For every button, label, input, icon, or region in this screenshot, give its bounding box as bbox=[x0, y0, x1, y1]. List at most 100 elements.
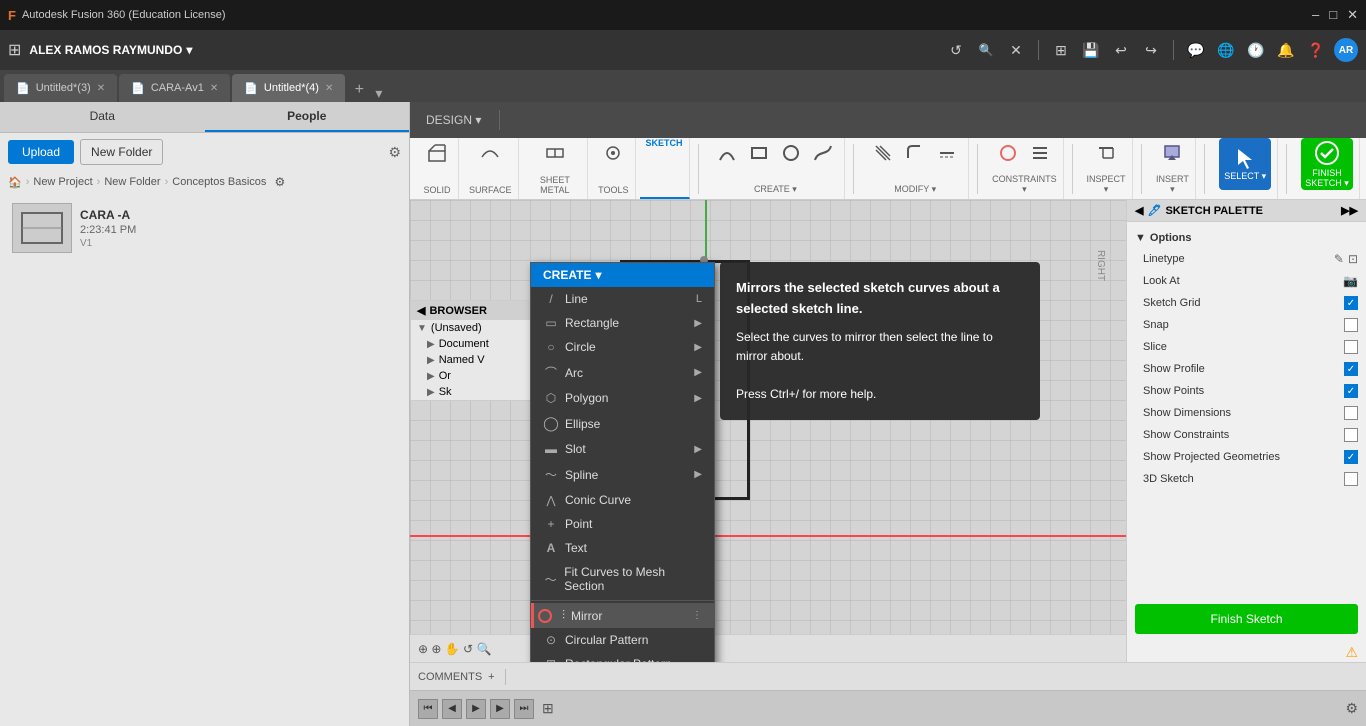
finish-sketch-top-button[interactable]: FINISH SKETCH ▾ bbox=[1301, 138, 1353, 190]
linetype-edit-icon[interactable]: ✎ bbox=[1334, 252, 1344, 266]
breadcrumb-project[interactable]: New Project bbox=[33, 176, 92, 188]
insert-btn[interactable] bbox=[1157, 138, 1187, 168]
dropdown-item-mirror[interactable]: ⫶ Mirror ⋮ bbox=[531, 603, 714, 628]
new-tab-button[interactable]: + bbox=[347, 78, 371, 102]
browser-item[interactable]: ▶ Sk bbox=[411, 384, 534, 400]
tab-untitled3[interactable]: 📄 Untitled*(3) ✕ bbox=[4, 74, 117, 102]
dropdown-item-rectangular-pattern[interactable]: ⊞ Rectangular Pattern bbox=[531, 652, 714, 662]
dropdown-item-rectangle[interactable]: ▭ Rectangle ▶ bbox=[531, 311, 714, 335]
breadcrumb-home-icon[interactable]: 🏠 bbox=[8, 176, 22, 189]
close-button[interactable]: ✕ bbox=[1347, 7, 1358, 23]
timeline-settings-icon[interactable]: ⚙ bbox=[1345, 700, 1358, 717]
list-item[interactable]: CARA -A 2:23:41 PM V1 bbox=[4, 197, 405, 259]
palette-row-snap[interactable]: Snap bbox=[1127, 314, 1366, 336]
dropdown-item-fit-curves[interactable]: 〜 Fit Curves to Mesh Section bbox=[531, 560, 714, 598]
palette-row-show-projected[interactable]: Show Projected Geometries bbox=[1127, 446, 1366, 468]
offset-btn[interactable] bbox=[932, 138, 962, 168]
close-icon[interactable]: ✕ bbox=[1004, 38, 1028, 62]
browser-collapse-icon[interactable]: ◀ bbox=[417, 304, 425, 317]
constraint-btn2[interactable] bbox=[1025, 138, 1055, 168]
undo-icon[interactable]: ↩ bbox=[1109, 38, 1133, 62]
minimize-button[interactable]: – bbox=[1312, 7, 1319, 23]
trim-btn[interactable] bbox=[868, 138, 898, 168]
bell-icon[interactable]: 🔔 bbox=[1274, 38, 1298, 62]
tab-close-icon[interactable]: ✕ bbox=[97, 83, 105, 94]
sheet-metal-btn[interactable] bbox=[540, 138, 570, 168]
tools-btn[interactable] bbox=[598, 138, 628, 168]
arc-tool-btn[interactable] bbox=[712, 138, 742, 168]
new-folder-button[interactable]: New Folder bbox=[80, 139, 163, 165]
spline-tool-btn[interactable] bbox=[808, 138, 838, 168]
dropdown-item-conic-curve[interactable]: ⋀ Conic Curve bbox=[531, 488, 714, 512]
dropdown-item-line[interactable]: / Line L bbox=[531, 287, 714, 311]
surface-btn[interactable] bbox=[475, 138, 505, 168]
linetype-more-icon[interactable]: ⊡ bbox=[1348, 252, 1358, 266]
rect-tool-btn[interactable] bbox=[744, 138, 774, 168]
inspect-btn[interactable] bbox=[1091, 138, 1121, 168]
show-constraints-checkbox[interactable] bbox=[1344, 428, 1358, 442]
timeline-next-btn[interactable]: ▶ bbox=[490, 699, 510, 719]
palette-row-show-constraints[interactable]: Show Constraints bbox=[1127, 424, 1366, 446]
show-projected-checkbox[interactable] bbox=[1344, 450, 1358, 464]
show-profile-checkbox[interactable] bbox=[1344, 362, 1358, 376]
sketch-grid-checkbox[interactable] bbox=[1344, 296, 1358, 310]
left-tab-data[interactable]: Data bbox=[0, 102, 205, 132]
tab-overflow-icon[interactable]: ▾ bbox=[375, 85, 382, 102]
tab-cara-av1[interactable]: 📄 CARA-Av1 ✕ bbox=[119, 74, 230, 102]
timeline-prev-btn[interactable]: ◀ bbox=[442, 699, 462, 719]
select-button[interactable]: SELECT ▾ bbox=[1219, 138, 1271, 190]
create-dropdown-header[interactable]: CREATE ▾ bbox=[531, 263, 714, 287]
dropdown-item-slot[interactable]: ▬ Slot ▶ bbox=[531, 437, 714, 461]
timeline-start-btn[interactable]: ⏮ bbox=[418, 699, 438, 719]
maximize-button[interactable]: □ bbox=[1329, 7, 1337, 23]
save-icon[interactable]: 💾 bbox=[1079, 38, 1103, 62]
palette-row-show-dimensions[interactable]: Show Dimensions bbox=[1127, 402, 1366, 424]
3d-sketch-checkbox[interactable] bbox=[1344, 472, 1358, 486]
app-grid-icon[interactable]: ⊞ bbox=[8, 40, 21, 60]
dropdown-item-polygon[interactable]: ⬡ Polygon ▶ bbox=[531, 386, 714, 410]
avatar[interactable]: AR bbox=[1334, 38, 1358, 62]
palette-expand-icon[interactable]: ▶▶ bbox=[1341, 204, 1358, 217]
globe-icon[interactable]: 🌐 bbox=[1214, 38, 1238, 62]
redo-icon[interactable]: ↪ bbox=[1139, 38, 1163, 62]
browser-item[interactable]: ▶ Named V bbox=[411, 352, 534, 368]
circle-tool-btn[interactable] bbox=[776, 138, 806, 168]
constraint-btn1[interactable] bbox=[993, 138, 1023, 168]
tab-untitled4[interactable]: 📄 Untitled*(4) ✕ bbox=[232, 74, 345, 102]
help-icon[interactable]: ❓ bbox=[1304, 38, 1328, 62]
palette-row-show-points[interactable]: Show Points bbox=[1127, 380, 1366, 402]
dropdown-item-text[interactable]: A Text bbox=[531, 536, 714, 560]
palette-row-show-profile[interactable]: Show Profile bbox=[1127, 358, 1366, 380]
design-mode-button[interactable]: DESIGN ▾ bbox=[418, 106, 489, 134]
palette-row-slice[interactable]: Slice bbox=[1127, 336, 1366, 358]
settings-icon[interactable]: ⚙ bbox=[388, 144, 401, 161]
timeline-play-btn[interactable]: ▶ bbox=[466, 699, 486, 719]
dropdown-item-circular-pattern[interactable]: ⊙ Circular Pattern bbox=[531, 628, 714, 652]
palette-row-sketch-grid[interactable]: Sketch Grid bbox=[1127, 292, 1366, 314]
options-section-header[interactable]: ▼ Options bbox=[1127, 228, 1366, 248]
upload-button[interactable]: Upload bbox=[8, 140, 74, 164]
tab-close-icon[interactable]: ✕ bbox=[325, 83, 333, 94]
browser-item[interactable]: ▼ (Unsaved) bbox=[411, 320, 534, 336]
solid-btn[interactable] bbox=[422, 138, 452, 168]
slice-checkbox[interactable] bbox=[1344, 340, 1358, 354]
finish-sketch-button[interactable]: Finish Sketch bbox=[1135, 604, 1358, 634]
timeline-icon[interactable]: ⊞ bbox=[542, 700, 554, 717]
tab-close-icon[interactable]: ✕ bbox=[210, 83, 218, 94]
fillet-btn[interactable] bbox=[900, 138, 930, 168]
grid-icon[interactable]: ⊞ bbox=[1049, 38, 1073, 62]
create-dropdown-label[interactable]: CREATE ▾ bbox=[754, 184, 797, 195]
dropdown-item-point[interactable]: + Point bbox=[531, 512, 714, 536]
palette-row-3d-sketch[interactable]: 3D Sketch bbox=[1127, 468, 1366, 490]
snap-checkbox[interactable] bbox=[1344, 318, 1358, 332]
show-points-checkbox[interactable] bbox=[1344, 384, 1358, 398]
dropdown-item-spline[interactable]: 〜 Spline ▶ bbox=[531, 461, 714, 488]
dropdown-item-arc[interactable]: ⌒ Arc ▶ bbox=[531, 359, 714, 386]
browser-item[interactable]: ▶ Document bbox=[411, 336, 534, 352]
add-comment-icon[interactable]: + bbox=[488, 671, 494, 683]
user-menu[interactable]: ALEX RAMOS RAYMUNDO ▾ bbox=[29, 43, 192, 57]
timeline-end-btn[interactable]: ⏭ bbox=[514, 699, 534, 719]
browser-item[interactable]: ▶ Or bbox=[411, 368, 534, 384]
comment-icon[interactable]: 💬 bbox=[1184, 38, 1208, 62]
clock-icon[interactable]: 🕐 bbox=[1244, 38, 1268, 62]
